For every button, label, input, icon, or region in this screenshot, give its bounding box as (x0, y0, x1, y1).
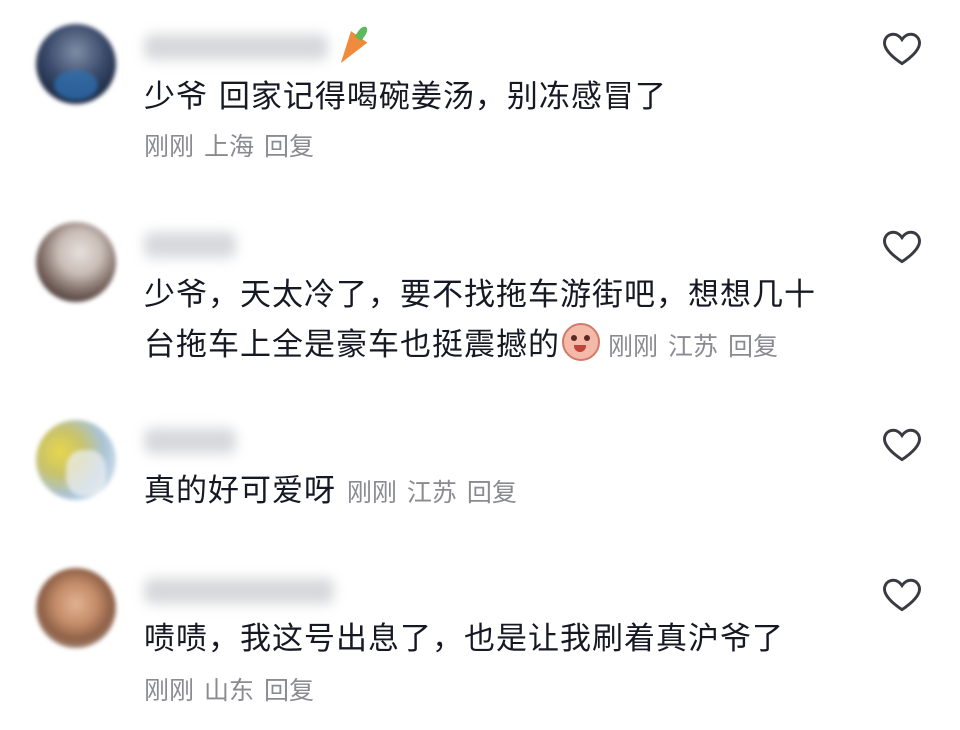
username-blurred[interactable] (144, 428, 236, 454)
heart-outline-icon[interactable] (880, 224, 924, 268)
comment-text-fragment: 台拖车上全是豪车也挺震撼的 (144, 327, 560, 363)
comment-location: 江苏 (406, 478, 457, 507)
comment-meta: 刚刚 山东 回复 (144, 674, 324, 708)
avatar[interactable] (36, 568, 116, 648)
avatar[interactable] (36, 24, 116, 104)
reply-button[interactable]: 回复 (467, 478, 517, 507)
comment-text: 真的好可爱呀 刚刚 江苏 回复 (144, 466, 864, 518)
heart-outline-icon[interactable] (880, 26, 924, 70)
carrot-icon (332, 31, 368, 69)
comment-text-line: 台拖车上全是豪车也挺震撼的 刚刚 江苏 回复 (144, 320, 864, 372)
username-blurred[interactable] (144, 34, 328, 60)
comment-text: 少爷 回家记得喝碗姜汤，别冻感冒了 (144, 79, 667, 115)
reply-button[interactable]: 回复 (264, 676, 314, 705)
reply-button[interactable]: 回复 (264, 132, 314, 161)
avatar[interactable] (36, 420, 116, 500)
comment-location: 山东 (204, 676, 255, 705)
heart-outline-icon[interactable] (880, 572, 924, 616)
comment-meta: 刚刚 江苏 回复 (347, 478, 527, 507)
comment-meta: 刚刚 上海 回复 (144, 130, 324, 164)
comment-list: 少爷 回家记得喝碗姜汤，别冻感冒了 刚刚 上海 回复 少爷，天太冷了，要不找拖车游街… (0, 0, 960, 730)
heart-outline-icon[interactable] (880, 422, 924, 466)
username-blurred[interactable] (144, 232, 236, 258)
avatar[interactable] (36, 222, 116, 302)
comment-text-fragment: 真的好可爱呀 (144, 473, 336, 509)
comment-location: 上海 (204, 132, 255, 161)
comment-text-line: 少爷，天太冷了，要不找拖车游街吧，想想几十 (144, 277, 816, 313)
grinning-face-emoji (562, 323, 600, 361)
comment-time: 刚刚 (346, 478, 397, 507)
comment-location: 江苏 (668, 332, 719, 361)
comment-meta: 刚刚 江苏 回复 (608, 332, 788, 361)
comment-text: 少爷，天太冷了，要不找拖车游街吧，想想几十 台拖车上全是豪车也挺震撼的 刚刚 江苏回… (144, 270, 864, 372)
comment-time: 刚刚 (608, 332, 659, 361)
comment-time: 刚刚 (144, 676, 195, 705)
comment-text: 啧啧，我这号出息了，也是让我刷着真沪爷了 (144, 621, 784, 657)
comment-time: 刚刚 (144, 132, 195, 161)
reply-button[interactable]: 回复 (728, 332, 778, 361)
username-blurred[interactable] (144, 578, 334, 604)
